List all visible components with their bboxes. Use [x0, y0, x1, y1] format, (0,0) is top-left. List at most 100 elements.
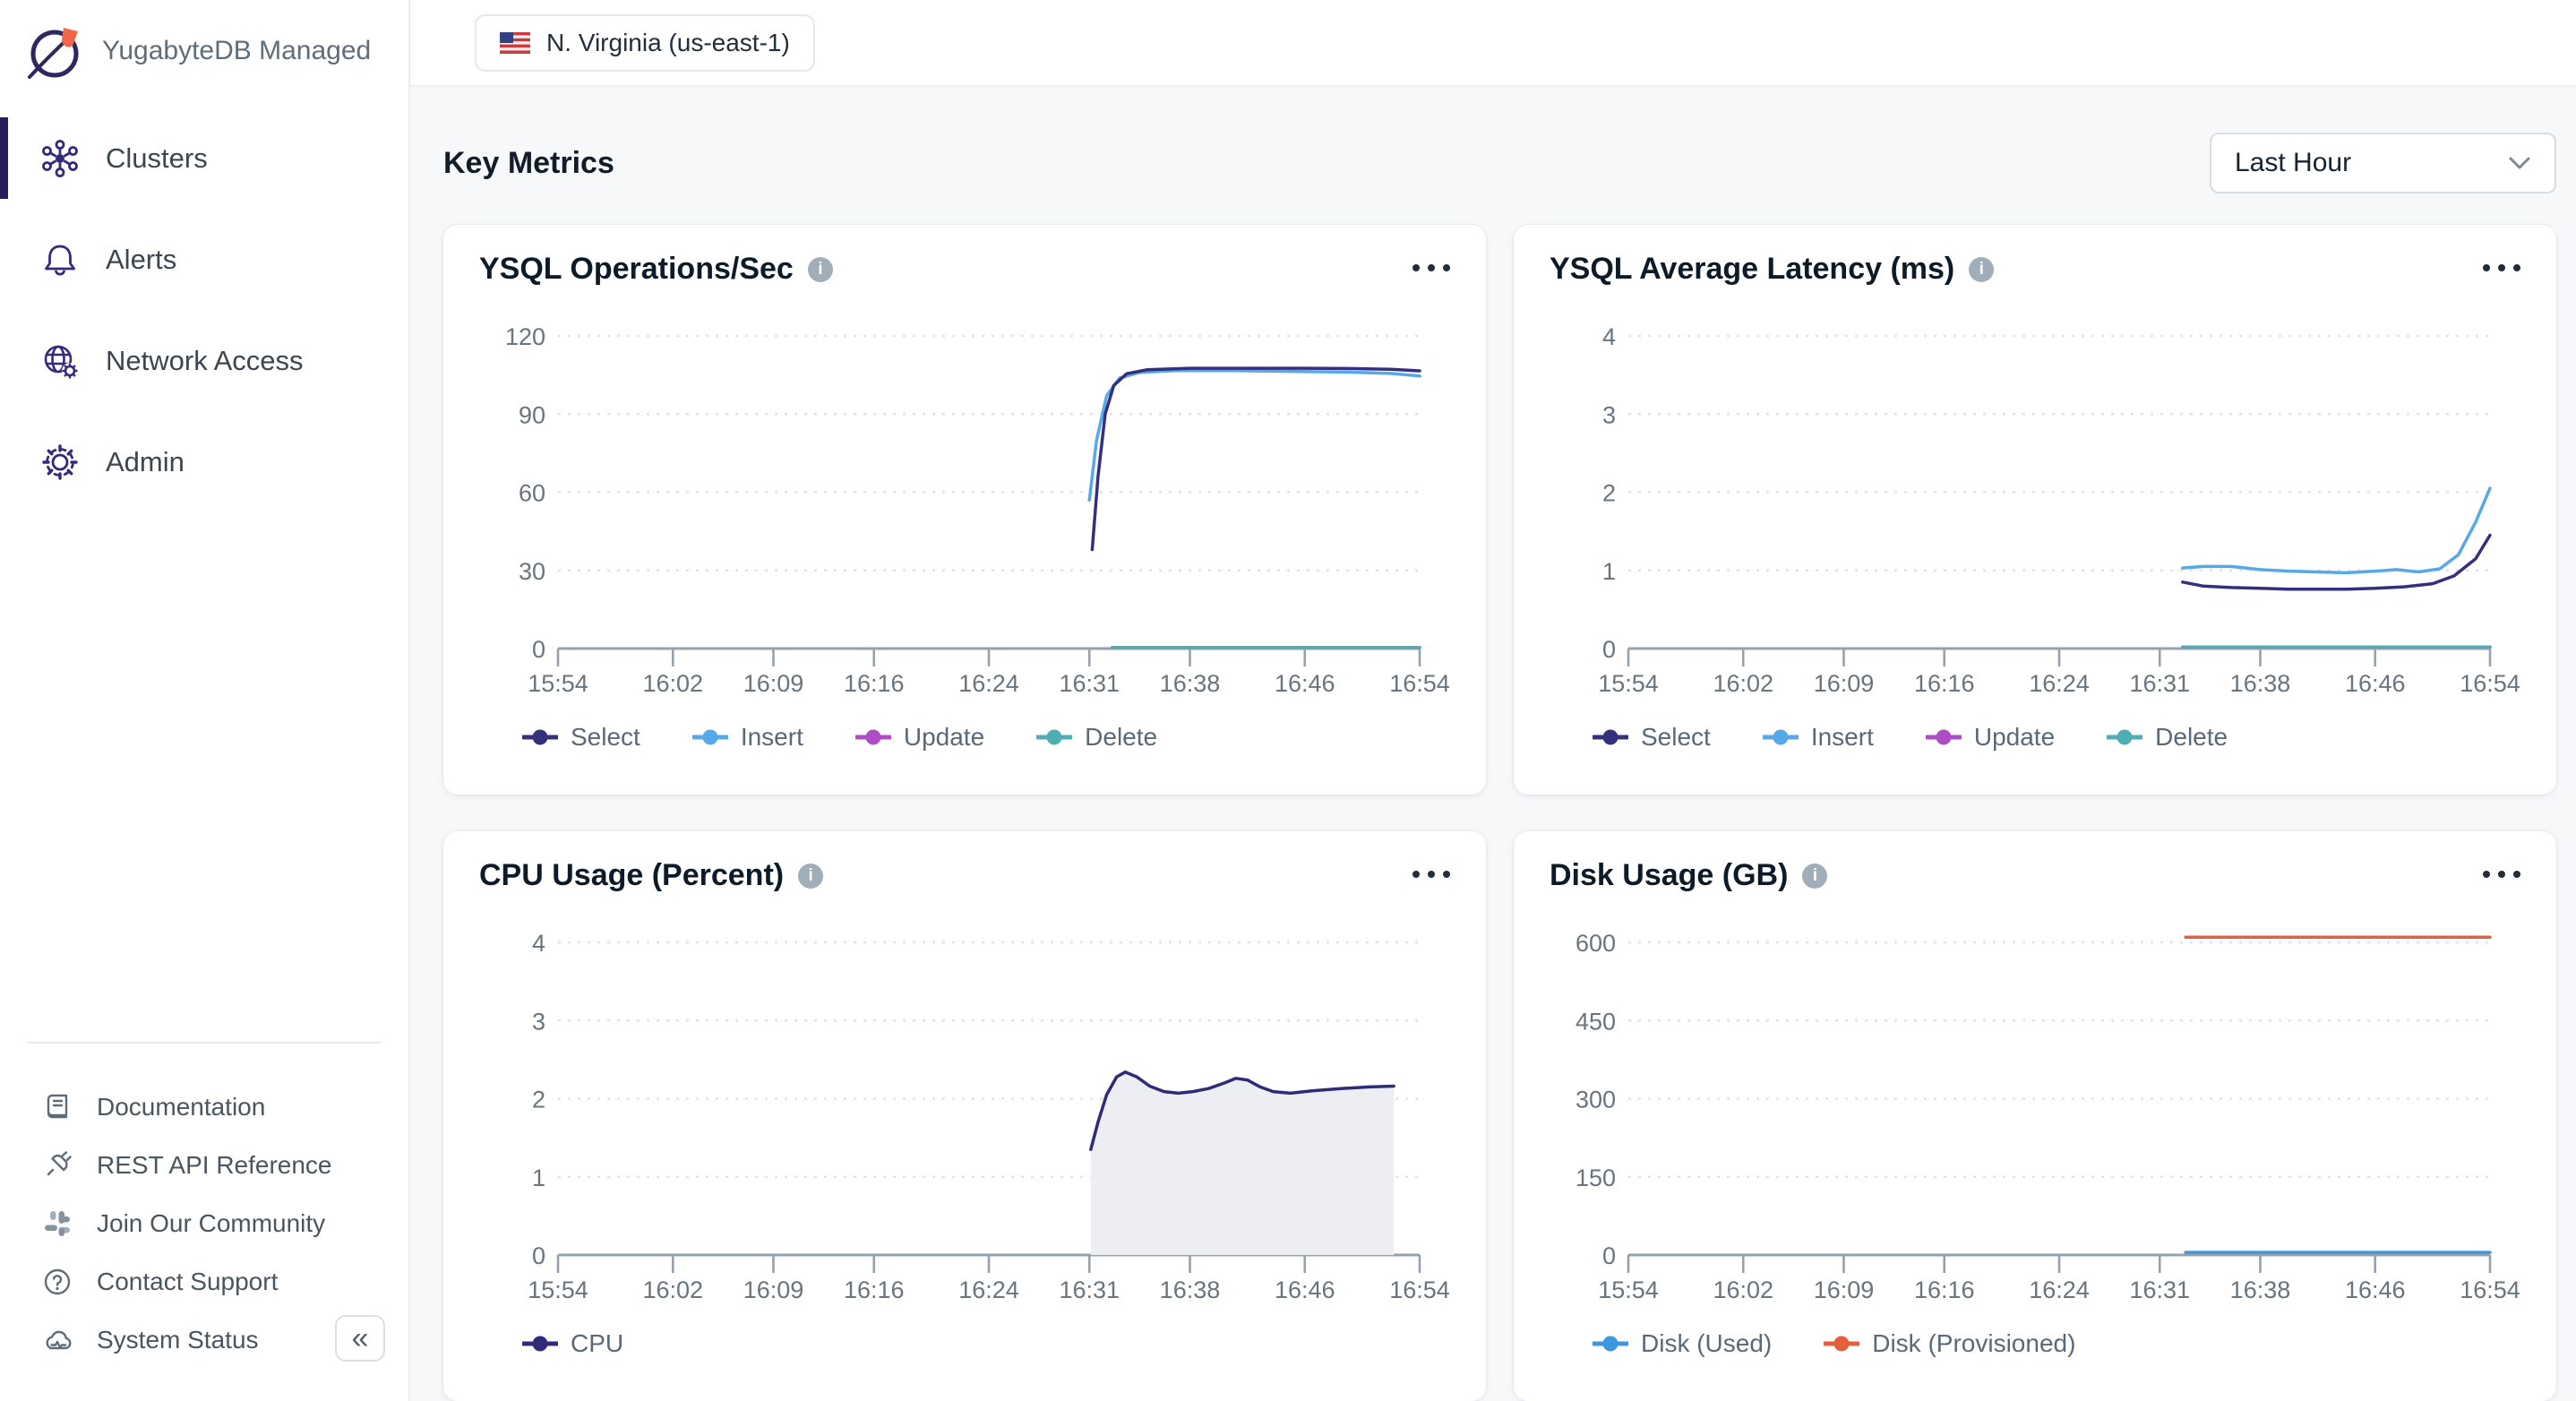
- svg-text:16:31: 16:31: [1059, 1276, 1120, 1303]
- legend-marker-icon: [1593, 727, 1628, 747]
- sidebar-item-documentation[interactable]: Documentation: [0, 1078, 408, 1136]
- info-icon[interactable]: i: [1969, 257, 1994, 282]
- svg-text:16:02: 16:02: [1713, 670, 1773, 697]
- chart-canvas-slot: 4321015:5416:0216:0916:1616:2416:3116:38…: [479, 903, 1450, 1358]
- svg-text:4: 4: [532, 930, 545, 957]
- cluster-icon: [39, 138, 81, 179]
- region-selector-chip[interactable]: N. Virginia (us-east-1): [475, 14, 815, 72]
- sidebar-footer-label: Documentation: [97, 1093, 265, 1122]
- chart-title: Disk Usage (GB) i: [1550, 858, 1827, 893]
- chart-legend: CPU: [522, 1329, 1450, 1358]
- svg-text:30: 30: [519, 558, 545, 585]
- legend-marker-icon: [1036, 727, 1072, 747]
- time-range-select[interactable]: Last Hour: [2210, 133, 2556, 193]
- svg-text:16:24: 16:24: [958, 670, 1019, 697]
- info-icon[interactable]: i: [798, 864, 823, 889]
- sidebar-item-network-access[interactable]: Network Access: [0, 310, 408, 411]
- series-insert: [1089, 371, 1420, 501]
- svg-text:150: 150: [1576, 1165, 1616, 1191]
- chart-menu-button[interactable]: [2483, 858, 2520, 878]
- sidebar-footer-label: System Status: [97, 1326, 259, 1354]
- chart-legend: Select Insert Update Delete: [1593, 723, 2520, 752]
- topbar: N. Virginia (us-east-1): [410, 0, 2576, 87]
- plug-icon: [41, 1149, 73, 1182]
- legend-label: Insert: [1811, 723, 1874, 752]
- sidebar: YugabyteDB Managed Clusters: [0, 0, 410, 1401]
- sidebar-footer-label: Contact Support: [97, 1268, 278, 1296]
- legend-item: Update: [855, 723, 984, 752]
- legend-label: Insert: [741, 723, 803, 752]
- chart-menu-button[interactable]: [2483, 252, 2520, 271]
- legend-marker-icon: [2107, 727, 2142, 747]
- svg-text:16:38: 16:38: [2230, 1276, 2291, 1303]
- chart-title: YSQL Operations/Sec i: [479, 252, 833, 287]
- svg-text:16:46: 16:46: [1275, 670, 1335, 697]
- svg-text:16:54: 16:54: [2460, 1276, 2520, 1303]
- card-header: CPU Usage (Percent) i: [479, 831, 1450, 903]
- svg-text:16:46: 16:46: [2345, 1276, 2406, 1303]
- legend-label: Delete: [1085, 723, 1157, 752]
- svg-text:0: 0: [1602, 636, 1616, 663]
- svg-text:0: 0: [532, 1242, 545, 1269]
- content-header: Key Metrics Last Hour: [443, 133, 2556, 193]
- chart-legend: Disk (Used) Disk (Provisioned): [1593, 1329, 2520, 1358]
- legend-item: CPU: [522, 1329, 623, 1358]
- svg-text:16:46: 16:46: [1275, 1276, 1335, 1303]
- sidebar-divider: [27, 1042, 382, 1044]
- sidebar-collapse-button[interactable]: «: [335, 1315, 385, 1362]
- chart-canvas: 4321015:5416:0216:0916:1616:2416:3116:38…: [479, 903, 1450, 1306]
- legend-label: Select: [1641, 723, 1711, 752]
- series-insert: [2183, 488, 2490, 572]
- legend-marker-icon: [692, 727, 728, 747]
- chart-menu-button[interactable]: [1413, 252, 1450, 271]
- card-header: YSQL Average Latency (ms) i: [1550, 225, 2520, 297]
- legend-item: Select: [1593, 723, 1711, 752]
- chart-canvas: 600450300150015:5416:0216:0916:1616:2416…: [1550, 903, 2520, 1306]
- svg-text:2: 2: [532, 1087, 545, 1113]
- svg-text:16:54: 16:54: [1389, 670, 1450, 697]
- help-icon: [41, 1266, 73, 1298]
- main-area: N. Virginia (us-east-1) Key Metrics Last…: [410, 0, 2576, 1401]
- cpu-usage-card: CPU Usage (Percent) i 4321015:5416:0216:…: [443, 831, 1486, 1401]
- legend-item: Delete: [2107, 723, 2228, 752]
- brand[interactable]: YugabyteDB Managed: [0, 0, 408, 81]
- svg-text:15:54: 15:54: [1598, 670, 1659, 697]
- svg-text:15:54: 15:54: [528, 1276, 588, 1303]
- svg-text:16:09: 16:09: [743, 670, 804, 697]
- legend-item: Insert: [692, 723, 803, 752]
- charts-grid: YSQL Operations/Sec i 120906030015:5416:…: [443, 225, 2556, 1401]
- info-icon[interactable]: i: [1802, 864, 1827, 889]
- sidebar-footer: Documentation REST API Reference: [0, 1042, 408, 1369]
- time-range-value: Last Hour: [2235, 148, 2351, 178]
- sidebar-footer-label: Join Our Community: [97, 1209, 325, 1238]
- svg-text:0: 0: [532, 636, 545, 663]
- sidebar-item-alerts[interactable]: Alerts: [0, 209, 408, 310]
- chart-title: CPU Usage (Percent) i: [479, 858, 823, 893]
- svg-text:16:54: 16:54: [1389, 1276, 1450, 1303]
- sidebar-item-contact-support[interactable]: Contact Support: [0, 1252, 408, 1311]
- legend-marker-icon: [1593, 1334, 1628, 1354]
- chart-canvas-slot: 4321015:5416:0216:0916:1616:2416:3116:38…: [1550, 297, 2520, 752]
- sidebar-nav: Clusters Alerts: [0, 107, 408, 512]
- sidebar-item-clusters[interactable]: Clusters: [0, 107, 408, 209]
- svg-text:300: 300: [1576, 1087, 1616, 1113]
- disk-usage-card: Disk Usage (GB) i 600450300150015:5416:0…: [1514, 831, 2556, 1401]
- legend-item: Delete: [1036, 723, 1157, 752]
- sidebar-item-join-our-community[interactable]: Join Our Community: [0, 1194, 408, 1252]
- svg-text:16:09: 16:09: [1814, 1276, 1875, 1303]
- svg-text:16:02: 16:02: [642, 670, 703, 697]
- gear-icon: [39, 442, 81, 483]
- info-icon[interactable]: i: [808, 257, 833, 282]
- chart-canvas-slot: 600450300150015:5416:0216:0916:1616:2416…: [1550, 903, 2520, 1358]
- svg-text:16:38: 16:38: [1160, 670, 1221, 697]
- legend-label: Update: [904, 723, 984, 752]
- sidebar-item-label: Admin: [106, 446, 185, 478]
- chart-legend: Select Insert Update Delete: [522, 723, 1450, 752]
- sidebar-item-admin[interactable]: Admin: [0, 411, 408, 512]
- chart-menu-button[interactable]: [1413, 858, 1450, 878]
- sidebar-footer-label: REST API Reference: [97, 1151, 332, 1180]
- svg-text:16:31: 16:31: [2129, 670, 2190, 697]
- svg-text:16:16: 16:16: [844, 670, 905, 697]
- svg-text:16:16: 16:16: [1914, 1276, 1975, 1303]
- sidebar-item-rest-api-reference[interactable]: REST API Reference: [0, 1136, 408, 1194]
